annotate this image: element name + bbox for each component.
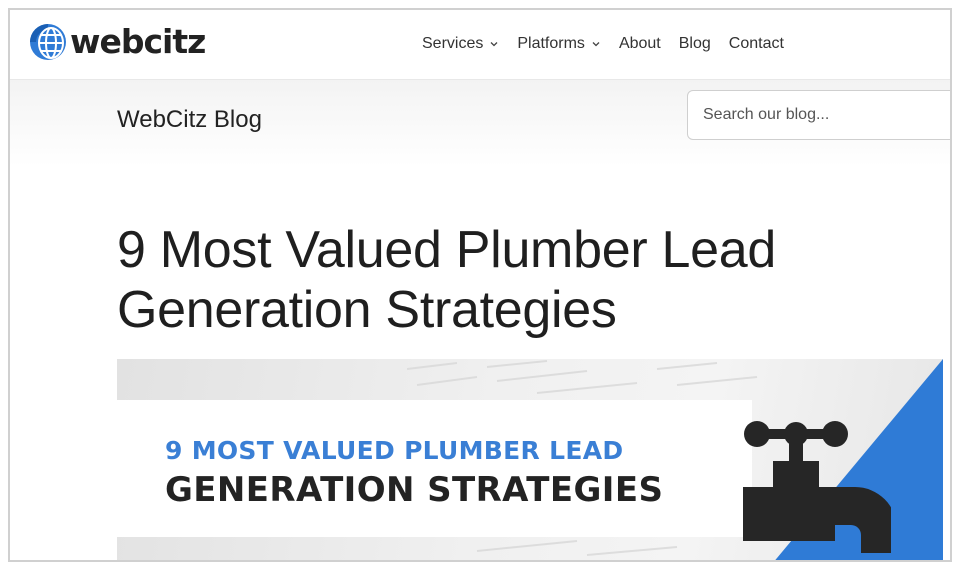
nav-item-about[interactable]: About [619,35,661,53]
article-title: 9 Most Valued Plumber Lead Generation St… [117,221,776,339]
browser-viewport: webcitz Services Platforms About Blog Co… [8,8,952,562]
nav-item-services[interactable]: Services [422,35,499,53]
faucet-icon [743,421,891,553]
logo-wordmark: webcitz [70,21,206,61]
nav-item-platforms[interactable]: Platforms [517,35,601,53]
site-logo[interactable]: webcitz [28,20,206,64]
blog-title[interactable]: WebCitz Blog [117,106,262,134]
hero-image: 9 MOST VALUED PLUMBER LEAD GENERATION ST… [117,359,943,560]
globe-icon [30,24,66,60]
search-input[interactable] [687,90,950,140]
hero-headline-line2: GENERATION STRATEGIES [165,470,664,510]
chevron-down-icon [591,39,601,49]
nav-item-label: About [618,35,661,52]
nav-item-contact[interactable]: Contact [729,35,784,53]
site-header: webcitz Services Platforms About Blog Co… [10,10,950,80]
main-nav: Services Platforms About Blog Contact [422,30,802,58]
chevron-down-icon [489,39,499,49]
nav-item-label: Services [422,35,484,52]
nav-item-blog[interactable]: Blog [679,35,711,53]
nav-item-label: Contact [728,35,784,52]
blog-header: WebCitz Blog [10,80,950,166]
nav-item-label: Platforms [517,35,585,52]
nav-item-label: Blog [678,35,711,52]
hero-card: 9 MOST VALUED PLUMBER LEAD GENERATION ST… [117,400,752,537]
hero-headline-line1: 9 MOST VALUED PLUMBER LEAD [165,436,624,465]
